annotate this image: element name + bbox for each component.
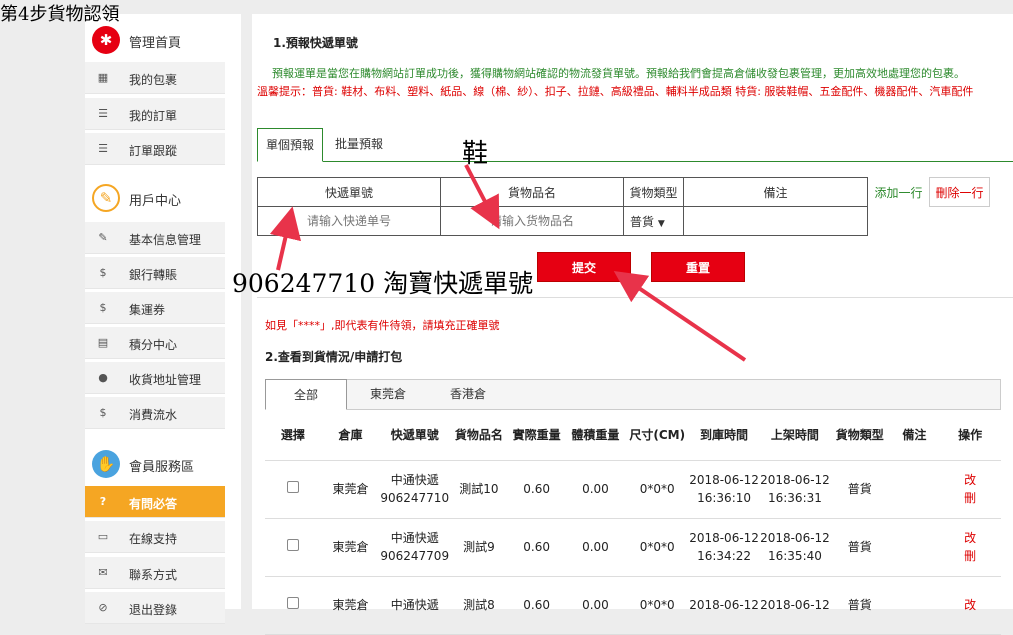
annotation-arrow-submit xyxy=(613,271,747,362)
annotation-arrows xyxy=(269,164,747,362)
annotation-tracking-note: 906247710 淘寶快遞單號 xyxy=(232,269,534,298)
annotation-arrow-tracking xyxy=(269,206,302,271)
step-title: 第4步貨物認領 xyxy=(0,4,120,25)
annotation-shoe: 鞋 xyxy=(462,139,489,169)
annotation-arrow-shoe xyxy=(464,164,500,230)
